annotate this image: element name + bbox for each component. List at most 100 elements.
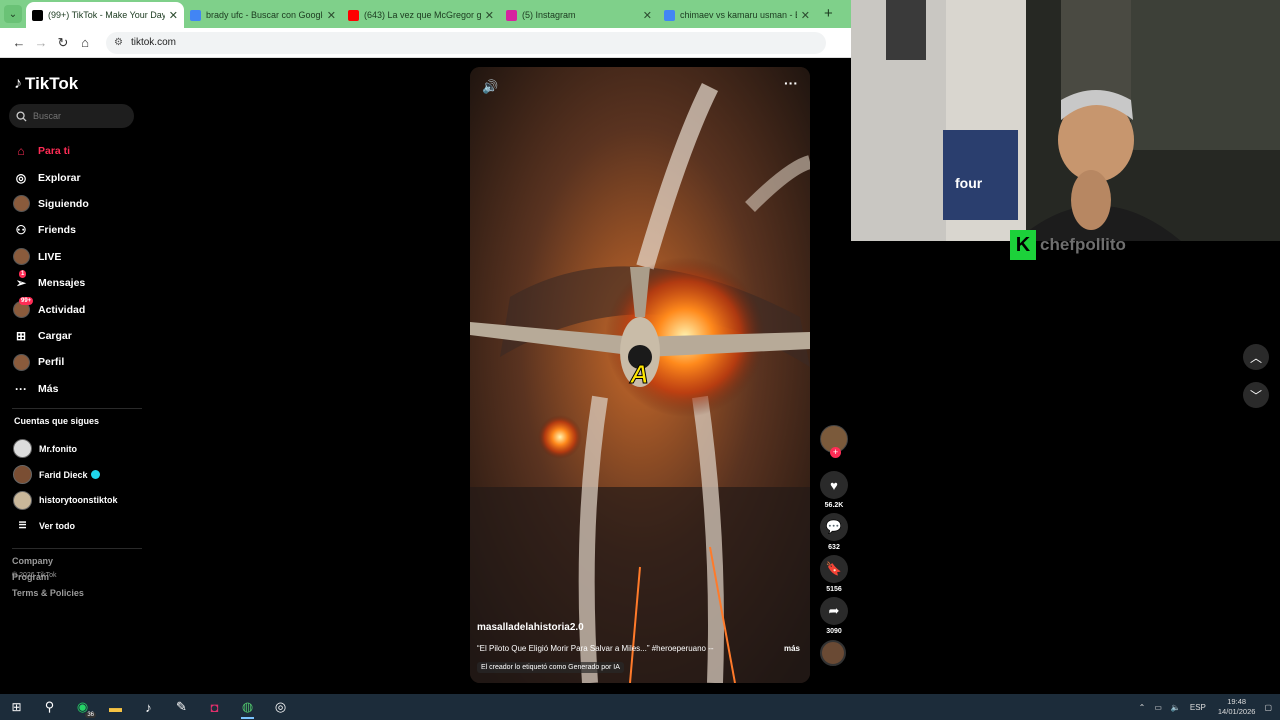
browser-tab[interactable]: chimaev vs kamaru usman - Bu ✕ xyxy=(658,2,816,28)
home-icon: ⌂ xyxy=(17,144,25,159)
nav-label: Para ti xyxy=(38,145,71,158)
profile-icon xyxy=(12,353,30,371)
search-input[interactable] xyxy=(33,111,123,121)
tiktok-note-icon: ♪ xyxy=(14,75,22,92)
footer-link[interactable]: Terms & Policies xyxy=(12,588,84,604)
comment-button[interactable]: 💬 xyxy=(820,513,848,541)
tiktok-sidebar: ♪ TikTok ⌂ Para ti ◎ Explorar Siguiendo ⚇ Frie… xyxy=(0,58,150,694)
instagram-taskbar-button[interactable]: ◘ xyxy=(198,694,231,720)
list-icon: ☰ xyxy=(18,520,27,531)
description-more-link[interactable]: más xyxy=(784,644,800,653)
share-button[interactable]: ➦ xyxy=(820,597,848,625)
footer-link[interactable]: Company xyxy=(12,556,84,572)
tab-title: brady ufc - Buscar con Google xyxy=(206,10,323,20)
video-description: “El Piloto Que Eligió Morir Para Salvar … xyxy=(477,644,714,653)
save-button[interactable]: 🔖 xyxy=(820,555,848,583)
nav-item-perfil[interactable]: Perfil xyxy=(12,349,89,375)
following-account[interactable]: Farid Dieck xyxy=(13,462,118,488)
windows-logo-icon: ⊞ xyxy=(11,700,22,714)
like-button[interactable]: ♥ xyxy=(820,471,848,499)
whatsapp-taskbar-button[interactable]: ◉ 36 xyxy=(66,694,99,720)
site-info-icon[interactable]: ⚙ xyxy=(114,37,123,48)
clock[interactable]: 19:48 14/01/2026 xyxy=(1218,697,1256,717)
see-all-link[interactable]: ☰ Ver todo xyxy=(13,513,118,539)
close-tab-icon[interactable]: ✕ xyxy=(485,9,494,22)
browser-tab[interactable]: (99+) TikTok - Make Your Day ✕ xyxy=(26,2,184,28)
creator-avatar[interactable]: + xyxy=(820,425,848,458)
previous-video-button[interactable]: ︿ xyxy=(1243,344,1269,370)
nav-label: Perfil xyxy=(38,356,65,369)
chrome-taskbar-button[interactable]: ◍ xyxy=(231,694,264,720)
network-icon[interactable]: ▭ xyxy=(1154,703,1162,712)
search-icon: ⚲ xyxy=(44,699,55,714)
start-button[interactable]: ⊞ xyxy=(0,694,33,720)
search-box[interactable] xyxy=(9,104,134,128)
search-icon xyxy=(16,110,27,122)
tiktok-taskbar-button[interactable]: ♪ xyxy=(132,694,165,720)
ai-generated-label: El creador lo etiquetó como Generado por… xyxy=(477,662,624,673)
close-tab-icon[interactable]: ✕ xyxy=(169,9,178,22)
notifications-icon[interactable]: ▢ xyxy=(1264,703,1272,712)
browser-tab[interactable]: brady ufc - Buscar con Google ✕ xyxy=(184,2,342,28)
chrome-icon: ◍ xyxy=(241,699,254,714)
music-disc[interactable] xyxy=(820,640,846,666)
nav-label: Más xyxy=(38,382,59,395)
nav-item-para-ti[interactable]: ⌂ Para ti xyxy=(12,138,89,164)
video-author[interactable]: masalladelahistoria2.0 xyxy=(477,622,584,633)
compass-icon: ◎ xyxy=(15,170,27,185)
close-tab-icon[interactable]: ✕ xyxy=(643,9,652,22)
close-tab-icon[interactable]: ✕ xyxy=(327,9,336,22)
reload-icon[interactable]: ↻ xyxy=(52,35,74,51)
url-field[interactable]: ⚙ tiktok.com xyxy=(106,31,826,54)
whatsapp-badge: 36 xyxy=(85,712,96,718)
next-video-button[interactable]: ﹀ xyxy=(1243,382,1269,408)
forward-icon[interactable]: → xyxy=(30,35,52,50)
tab-title: (5) Instagram xyxy=(522,10,576,20)
nav-item-cargar[interactable]: ⊞ Cargar xyxy=(12,323,89,349)
browser-tab[interactable]: (5) Instagram ✕ xyxy=(500,2,658,28)
back-icon[interactable]: ← xyxy=(8,35,30,50)
chevron-down-icon: ﹀ xyxy=(1249,388,1262,403)
search-taskbar-button[interactable]: ⚲ xyxy=(33,694,66,720)
following-account[interactable]: historytoonstiktok xyxy=(13,487,118,513)
file-explorer-button[interactable]: ▬ xyxy=(99,694,132,720)
windows-taskbar: ⊞ ⚲ ◉ 36 ▬ ♪ ✎ ◘ ◍ ◎ ⌃ ▭ 🔈 ESP 19:48 14/0… xyxy=(0,694,1280,720)
browser-tabbar: ⌄ (99+) TikTok - Make Your Day ✕ brady ufc… xyxy=(0,0,851,28)
nav-item-live[interactable]: LIVE xyxy=(12,244,89,270)
see-all-label: Ver todo xyxy=(39,520,76,531)
obs-icon: ◎ xyxy=(274,699,287,714)
new-tab-button[interactable]: + xyxy=(824,5,833,22)
tab-favicon-icon xyxy=(664,9,675,21)
tiktok-logo[interactable]: ♪ TikTok xyxy=(14,74,78,94)
home-button-icon[interactable]: ⌂ xyxy=(74,35,96,50)
nav-item-ms[interactable]: ··· Más xyxy=(12,376,89,402)
browser-tab[interactable]: (643) La vez que McGregor golpeó ✕ xyxy=(342,2,500,28)
volume-icon[interactable]: 🔊 xyxy=(482,79,498,95)
video-player[interactable]: 🔊 ··· A masalladelahistoria2.0 “El Pilot… xyxy=(470,67,810,683)
tray-expand-icon[interactable]: ⌃ xyxy=(1139,703,1146,712)
nav-label: Explorar xyxy=(38,171,81,184)
more-options-icon[interactable]: ··· xyxy=(784,75,798,91)
tab-search-menu-icon[interactable]: ⌄ xyxy=(4,5,22,23)
activity-icon: 99+ xyxy=(12,296,34,319)
following-account[interactable]: Mr.fonito xyxy=(13,436,118,462)
share-count: 3090 xyxy=(826,628,842,635)
language-indicator[interactable]: ESP xyxy=(1190,703,1206,712)
sidebar-divider xyxy=(12,408,142,409)
follow-plus-icon[interactable]: + xyxy=(830,447,841,458)
nav-item-siguiendo[interactable]: Siguiendo xyxy=(12,191,89,217)
nav-item-mensajes[interactable]: ➢ 1 Mensajes xyxy=(12,270,89,296)
obs-taskbar-button[interactable]: ◎ xyxy=(264,694,297,720)
tab-title: chimaev vs kamaru usman - Bu xyxy=(680,10,797,20)
account-name: Mr.fonito xyxy=(39,443,77,454)
volume-tray-icon[interactable]: 🔈 xyxy=(1171,703,1181,712)
nav-item-actividad[interactable]: 99+ Actividad xyxy=(12,296,89,322)
close-tab-icon[interactable]: ✕ xyxy=(801,9,810,22)
nav-item-friends[interactable]: ⚇ Friends xyxy=(12,217,89,243)
app-taskbar-button[interactable]: ✎ xyxy=(165,694,198,720)
nav-item-explorar[interactable]: ◎ Explorar xyxy=(12,164,89,190)
comment-icon: 💬 xyxy=(825,519,843,534)
sidebar-divider xyxy=(12,548,142,549)
nav-label: Actividad xyxy=(38,303,86,316)
main-nav: ⌂ Para ti ◎ Explorar Siguiendo ⚇ Friends LIVE ➢ 1… xyxy=(12,138,89,402)
